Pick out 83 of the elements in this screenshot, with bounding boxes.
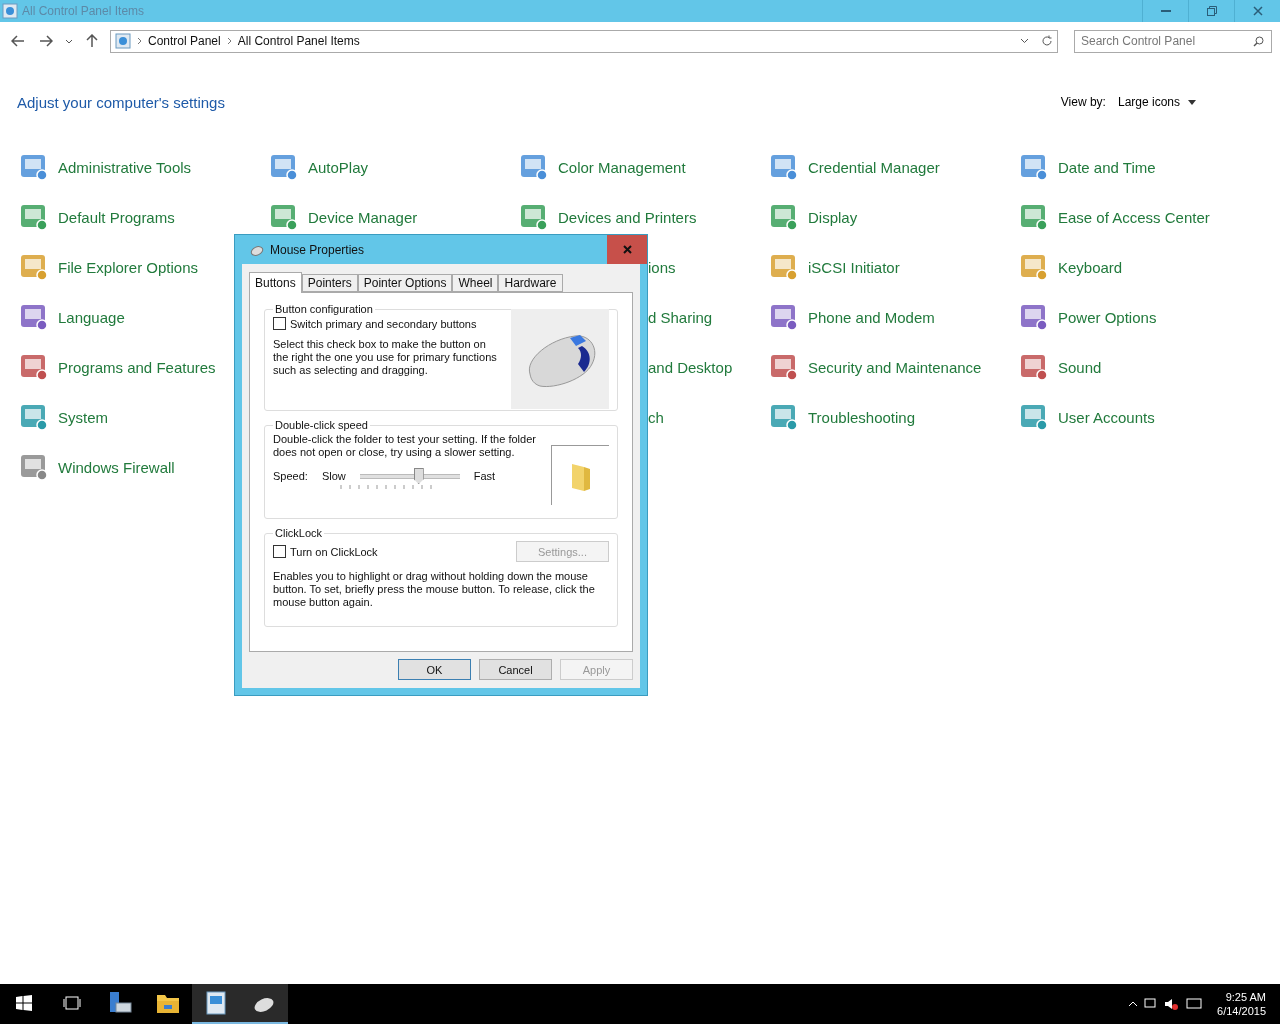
restore-icon bbox=[1206, 6, 1217, 16]
view-by-label: View by: bbox=[1060, 95, 1106, 109]
back-arrow-icon bbox=[11, 35, 25, 47]
mouse-icon bbox=[250, 243, 264, 256]
folder-icon bbox=[156, 992, 180, 1014]
description-text: Select this check box to make the button on the right the one you use for primary functions such as selecting and dragging. bbox=[273, 338, 498, 377]
dialog-button[interactable]: Cancel bbox=[479, 659, 552, 680]
control-panel-link[interactable]: Date and Time bbox=[1018, 142, 1156, 192]
control-panel-link[interactable]: AutoPlay bbox=[268, 142, 369, 192]
control-panel-link[interactable]: Color Management bbox=[518, 142, 686, 192]
window-title: All Control Panel Items bbox=[22, 4, 146, 18]
dialog-title: Mouse Properties bbox=[270, 242, 366, 257]
taskbar-button[interactable] bbox=[192, 984, 240, 1024]
tab[interactable]: Pointer Options bbox=[357, 274, 453, 292]
close-button[interactable] bbox=[607, 235, 647, 264]
switch-buttons-checkbox[interactable]: Switch primary and secondary buttons bbox=[273, 317, 503, 330]
forward-arrow-icon bbox=[39, 35, 53, 47]
tab[interactable]: Wheel bbox=[452, 274, 499, 292]
control-panel-link[interactable]: Phone and Modem bbox=[768, 292, 935, 342]
control-panel-link[interactable]: Device Manager bbox=[268, 192, 418, 242]
tab[interactable]: Pointers bbox=[301, 274, 358, 292]
clicklock-checkbox[interactable]: Turn on ClickLock bbox=[273, 545, 378, 558]
breadcrumb[interactable]: All Control Panel Items bbox=[237, 34, 360, 48]
checkbox-box[interactable] bbox=[273, 317, 286, 330]
control-panel-link[interactable]: Ease of Access Center bbox=[1018, 192, 1210, 242]
description-text: Enables you to highlight or drag without holding down the mouse button. To set, briefly press the mouse button. To release, click the mouse button again. bbox=[273, 570, 596, 609]
control-panel-link[interactable]: Sound bbox=[1018, 342, 1102, 392]
control-panel-link[interactable]: Keyboard bbox=[1018, 242, 1123, 292]
control-panel-link[interactable]: Power Options bbox=[1018, 292, 1157, 342]
search-icon bbox=[1253, 35, 1264, 47]
clock-date: 6/14/2015 bbox=[1217, 1004, 1266, 1018]
description-text: Double-click the folder to test your setting. If the folder does not open or close, try using a slower setting. bbox=[273, 433, 537, 459]
control-panel-icon bbox=[205, 991, 227, 1015]
windows-logo-icon bbox=[16, 995, 32, 1011]
group-title: Button configuration bbox=[274, 303, 374, 315]
tab[interactable]: Hardware bbox=[498, 274, 563, 292]
control-panel-link[interactable]: File Explorer Options bbox=[18, 242, 199, 292]
tab[interactable]: Buttons bbox=[249, 272, 302, 293]
dialog-button[interactable]: OK bbox=[398, 659, 471, 680]
clock-time: 9:25 AM bbox=[1225, 990, 1266, 1004]
refresh-icon bbox=[1041, 35, 1053, 47]
breadcrumb[interactable]: Control Panel bbox=[148, 34, 221, 48]
server-icon bbox=[107, 990, 133, 1016]
group-title: Double-click speed bbox=[274, 419, 369, 431]
checkbox-label: Turn on ClickLock bbox=[290, 545, 378, 558]
search-field[interactable]: Search Control Panel bbox=[1074, 29, 1272, 53]
checkbox-label: Switch primary and secondary buttons bbox=[290, 317, 477, 330]
caret-icon bbox=[1188, 99, 1196, 105]
control-panel-link[interactable]: Display bbox=[768, 192, 858, 242]
control-panel-link[interactable]: iSCSI Initiator bbox=[768, 242, 900, 292]
control-panel-link[interactable]: Programs and Features bbox=[18, 342, 216, 392]
slow-label: Slow bbox=[321, 470, 346, 482]
chevron-right-icon bbox=[137, 37, 142, 45]
address-bar[interactable]: Control Panel All Control Panel Items bbox=[110, 29, 1058, 53]
control-panel-link[interactable]: System bbox=[18, 392, 108, 442]
fast-label: Fast bbox=[473, 470, 496, 482]
control-panel-link[interactable]: User Accounts bbox=[1018, 392, 1155, 442]
test-folder-area[interactable] bbox=[551, 445, 609, 505]
view-by-dropdown[interactable]: Large icons bbox=[1117, 95, 1196, 109]
control-panel-link[interactable]: Devices and Printers bbox=[518, 192, 697, 242]
minimize-icon bbox=[1160, 10, 1171, 12]
control-panel-link[interactable]: Security and Maintenance bbox=[768, 342, 982, 392]
control-panel-link[interactable]: Windows Firewall bbox=[18, 442, 175, 492]
control-panel-icon bbox=[115, 33, 131, 49]
task-view-icon bbox=[63, 996, 81, 1010]
checkbox-box[interactable] bbox=[273, 545, 286, 558]
control-panel-icon bbox=[2, 3, 18, 19]
chevron-right-icon bbox=[226, 37, 232, 45]
control-panel-link[interactable]: Language bbox=[18, 292, 125, 342]
speed-label: Speed: bbox=[273, 470, 308, 482]
chevron-down-icon bbox=[65, 38, 73, 44]
page-heading: Adjust your computer's settings bbox=[17, 93, 225, 111]
close-icon bbox=[1252, 6, 1263, 16]
control-panel-link[interactable]: Administrative Tools bbox=[18, 142, 192, 192]
slider-thumb[interactable] bbox=[413, 468, 424, 484]
control-panel-link[interactable]: Default Programs bbox=[18, 192, 175, 242]
close-icon bbox=[622, 245, 632, 254]
chevron-down-icon bbox=[1020, 38, 1029, 44]
control-panel-link[interactable]: Credential Manager bbox=[768, 142, 940, 192]
up-arrow-icon bbox=[86, 34, 98, 48]
taskbar-button[interactable] bbox=[240, 984, 288, 1024]
group-title: ClickLock bbox=[274, 527, 324, 539]
control-panel-link[interactable]: Troubleshooting bbox=[768, 392, 915, 442]
